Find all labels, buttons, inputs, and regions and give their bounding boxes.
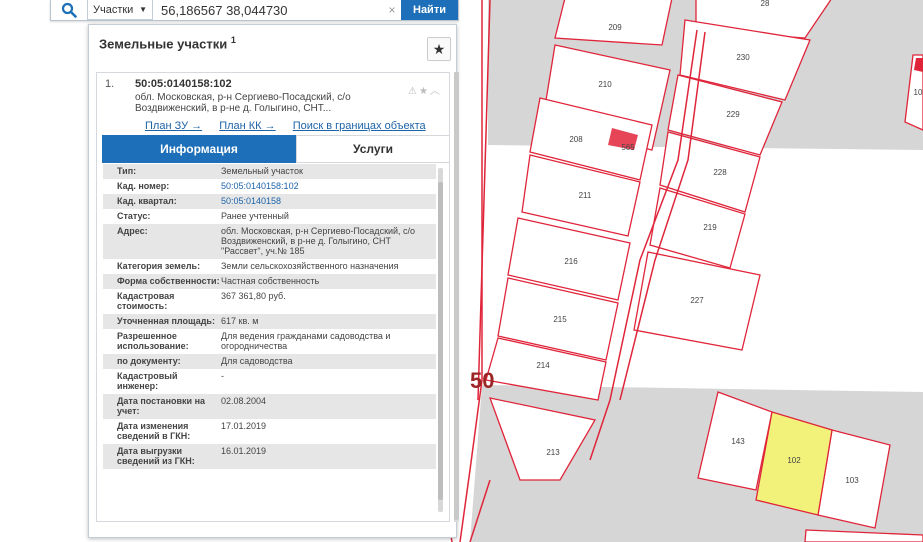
info-row-label: Кадастровая стоимость: [117,291,175,311]
plan-zu-link[interactable]: План ЗУ → [145,120,202,132]
svg-text:10: 10 [914,88,923,97]
svg-text:208: 208 [569,135,583,144]
info-row: Разрешенное использование: Для ведения гр… [103,329,436,354]
svg-text:209: 209 [608,23,622,32]
panel-scrollbar[interactable] [454,72,459,522]
info-table: Тип: Земельный участок Кад. номер: 50:05:01… [103,164,436,518]
panel-scrollbar-thumb[interactable] [454,72,459,520]
search-type-label: Участки [93,3,134,16]
panel-title-text: Земельные участки [99,36,228,52]
svg-text:215: 215 [553,315,567,324]
search-icon[interactable] [51,0,87,20]
info-row-label: Кад. квартал: [117,196,177,206]
result-action-icons[interactable]: ⚠★︿ [408,82,442,97]
info-row-value: 617 кв. м [221,316,259,326]
info-row-label: Категория земель: [117,261,201,271]
favorites-button[interactable]: ★ [427,37,451,61]
svg-text:143: 143 [731,437,745,446]
info-row: Статус: Ранее учтенный [103,209,436,224]
search-bar: Участки ▼ × Найти [50,0,459,21]
svg-text:219: 219 [703,223,717,232]
tab-info[interactable]: Информация [102,135,296,163]
svg-text:214: 214 [536,361,550,370]
svg-text:216: 216 [564,257,578,266]
svg-text:210: 210 [598,80,612,89]
info-row-label: Статус: [117,211,151,221]
find-button[interactable]: Найти [401,0,458,20]
tab-services[interactable]: Услуги [296,135,450,163]
info-row-value: Для садоводства [221,356,293,366]
svg-text:565: 565 [621,143,635,152]
result-address: обл. Московская, р-н Сергиево-Посадский,… [135,92,351,114]
clear-icon[interactable]: × [383,0,401,20]
info-row-label: Разрешенное использование: [117,331,189,351]
info-row-label: Дата изменения сведений в ГКН: [117,421,191,441]
info-row-label: по документу: [117,356,181,366]
search-input[interactable] [153,0,383,20]
info-row-value: Земли сельскохозяйственного назначения [221,261,399,271]
info-scrollbar[interactable] [438,168,443,512]
star-icon: ★ [432,40,446,57]
info-row-label: Адрес: [117,226,148,236]
plan-kk-link[interactable]: План КК → [219,120,275,132]
info-row: Уточненная площадь: 617 кв. м [103,314,436,329]
result-card: 1. 50:05:0140158:102 обл. Московская, р-… [96,72,450,522]
search-type-select[interactable]: Участки ▼ [87,0,153,20]
info-row-value: Земельный участок [221,166,303,176]
info-row-value[interactable]: 50:05:0140158 [221,196,436,206]
info-row: Дата изменения сведений в ГКН: 17.01.2019 [103,419,436,444]
info-row: Дата выгрузки сведений из ГКН: 16.01.2019 [103,444,436,469]
svg-text:28: 28 [761,0,770,8]
info-row-label: Уточненная площадь: [117,316,215,326]
info-row: по документу: Для садоводства [103,354,436,369]
info-row-value: 367 361,80 руб. [221,291,286,301]
info-row-value: Для ведения гражданами садоводства и ого… [221,331,391,351]
info-row-label: Кадастровый инженер: [117,371,178,391]
info-row-value: 02.08.2004 [221,396,267,406]
result-index: 1. [105,78,115,90]
quarter-number-label: 50 [470,368,495,393]
svg-text:103: 103 [845,476,859,485]
info-row-label: Кад. номер: [117,181,170,191]
info-row-value[interactable]: 50:05:0140158:102 [221,181,436,191]
info-row-label: Тип: [117,166,137,176]
svg-text:229: 229 [726,110,740,119]
info-row: Категория земель: Земли сельскохозяйствен… [103,259,436,274]
svg-text:227: 227 [690,296,704,305]
info-row: Кадастровый инженер: - [103,369,436,394]
info-row-value: 16.01.2019 [221,446,267,456]
svg-text:213: 213 [546,448,560,457]
svg-text:230: 230 [736,53,750,62]
panel-title: Земельные участки 1 [99,35,236,51]
info-row-label: Форма собственности: [117,276,220,286]
info-row: Кад. квартал: 50:05:0140158 [103,194,436,209]
info-row: Форма собственности: Частная собственност… [103,274,436,289]
parcels-panel: Земельные участки 1 ★ 1. 50:05:0140158:1… [88,24,459,538]
info-row: Дата постановки на учет: 02.08.2004 [103,394,436,419]
info-scrollbar-thumb[interactable] [438,182,443,500]
info-row-value: обл. Московская, р-н Сергиево-Посадский,… [221,226,416,256]
panel-title-count: 1 [230,35,236,45]
svg-text:211: 211 [579,191,592,200]
svg-text:102: 102 [787,456,801,465]
svg-text:228: 228 [713,168,727,177]
info-row-label: Дата постановки на учет: [117,396,206,416]
info-row: Кад. номер: 50:05:0140158:102 [103,179,436,194]
info-row-value: 17.01.2019 [221,421,267,431]
info-row-value: Частная собственность [221,276,320,286]
info-row: Кадастровая стоимость: 367 361,80 руб. [103,289,436,314]
info-row-value: - [221,371,224,381]
result-cadastral-number[interactable]: 50:05:0140158:102 [135,78,232,90]
info-row: Адрес: обл. Московская, р-н Сергиево-Поса… [103,224,436,259]
chevron-down-icon: ▼ [139,5,147,14]
info-row-value: Ранее учтенный [221,211,289,221]
result-tabs: Информация Услуги [102,135,450,163]
info-row-label: Дата выгрузки сведений из ГКН: [117,446,195,466]
info-row: Тип: Земельный участок [103,164,436,179]
